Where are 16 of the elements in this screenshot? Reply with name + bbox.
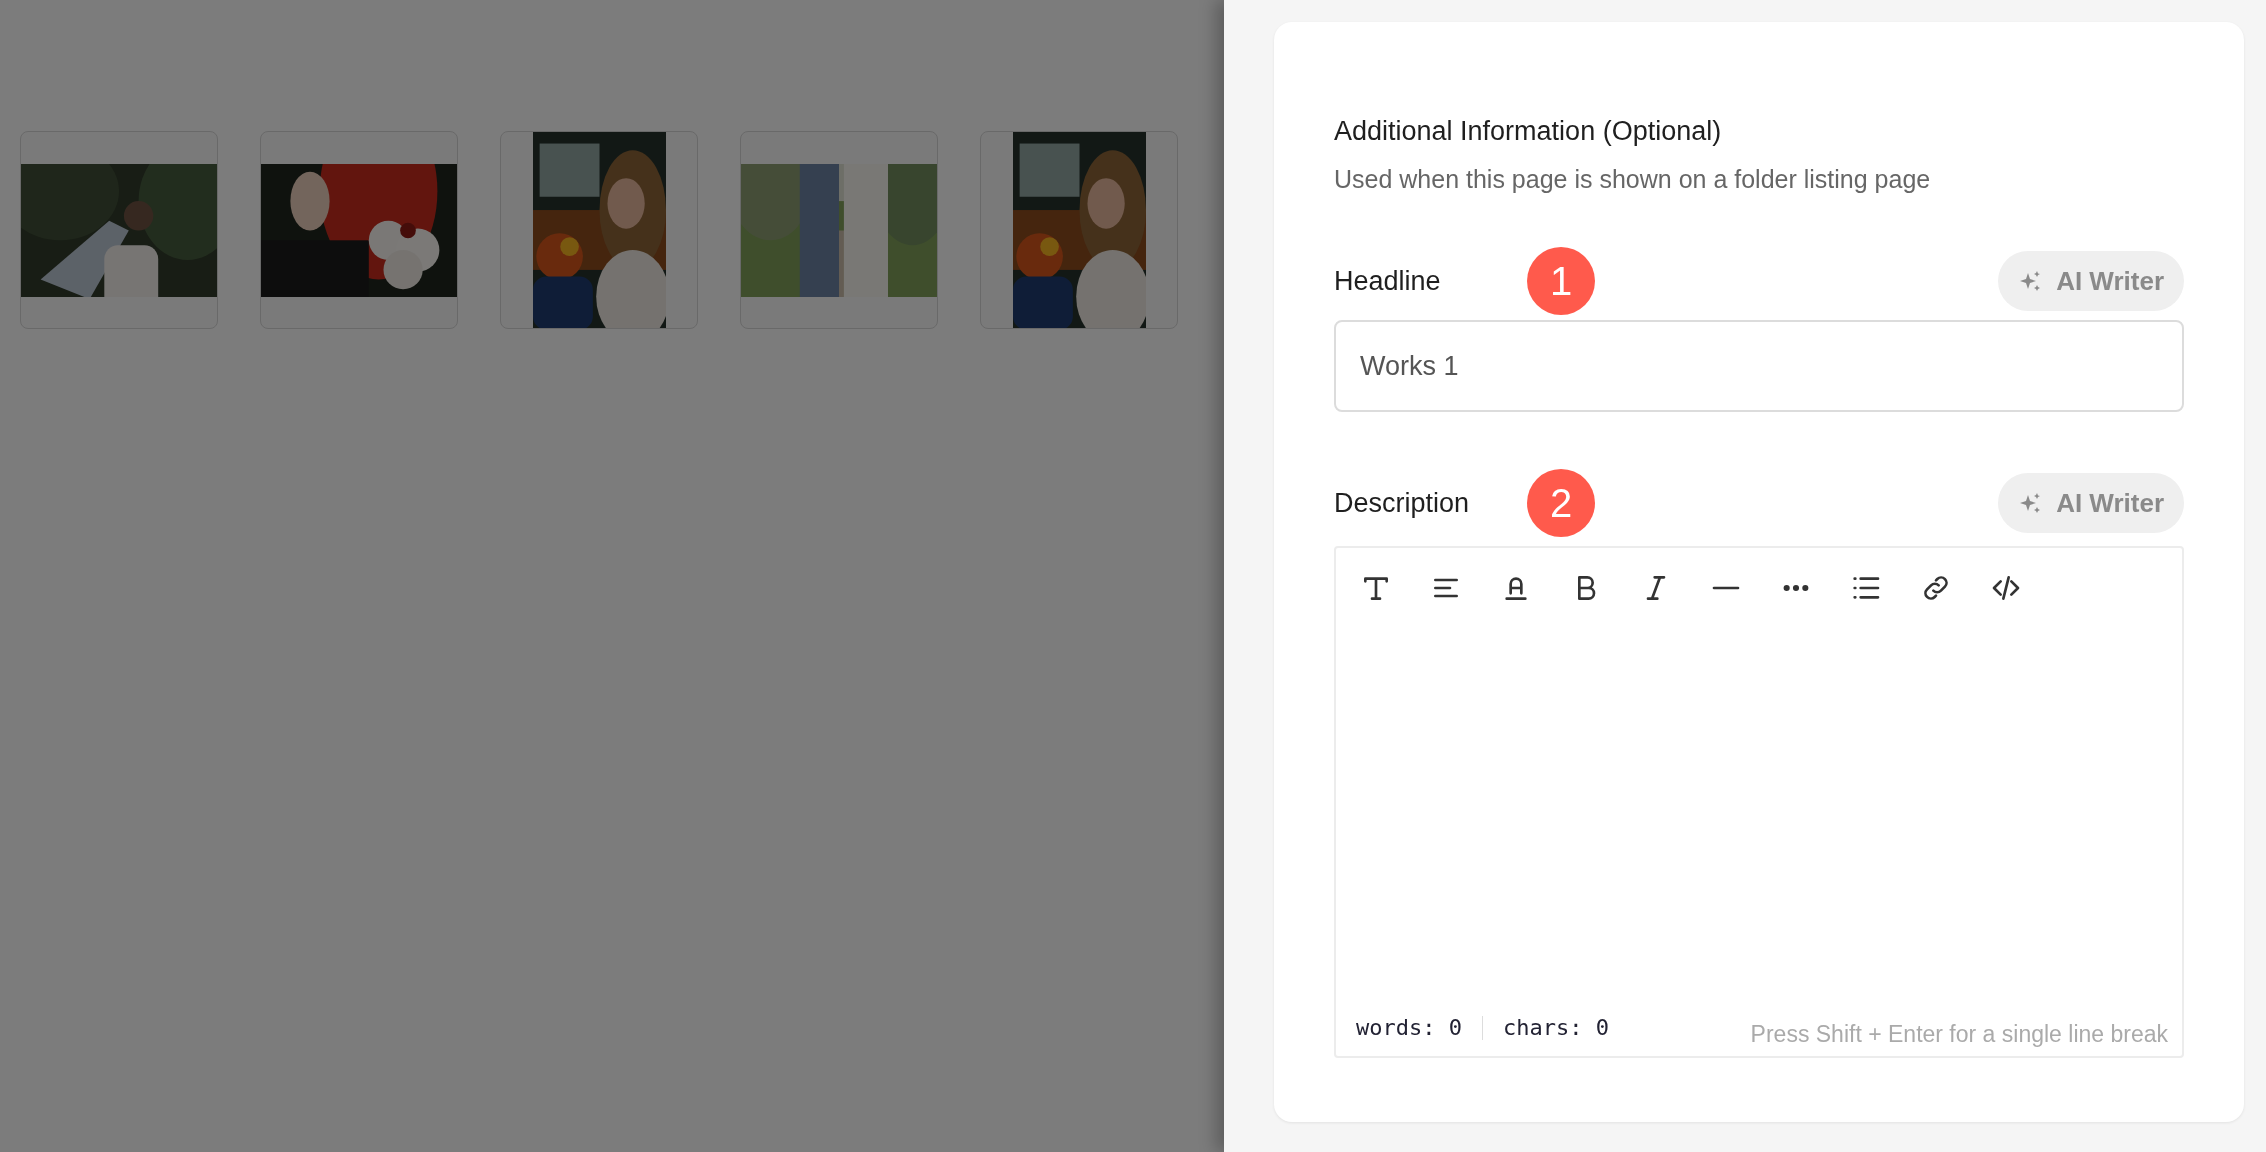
- section-description: Used when this page is shown on a folder listing page: [1334, 165, 1932, 194]
- description-editor[interactable]: words: 0 chars: 0 Press Shift + Enter for a single line break: [1334, 546, 2184, 1058]
- char-count: chars: 0: [1502, 1015, 1609, 1040]
- word-count: words: 0: [1356, 1015, 1462, 1040]
- field-label: Headline: [1334, 265, 1442, 297]
- thumbnail-card[interactable]: [260, 131, 458, 329]
- number-marker: 2: [1527, 469, 1595, 537]
- number-marker: 1: [1527, 247, 1595, 315]
- field-label: Description: [1334, 487, 1471, 519]
- thumbnail-card[interactable]: [20, 131, 218, 329]
- thumbnail-card[interactable]: [500, 131, 698, 329]
- headline-field[interactable]: Works 1: [1334, 320, 2184, 412]
- thumbnail-card[interactable]: [980, 131, 1178, 329]
- section-title: Additional Information (Optional): [1334, 116, 1723, 147]
- thumbnail-card[interactable]: [740, 131, 938, 329]
- hint-text: Press Shift + Enter for a single line break: [1750, 1021, 2168, 1048]
